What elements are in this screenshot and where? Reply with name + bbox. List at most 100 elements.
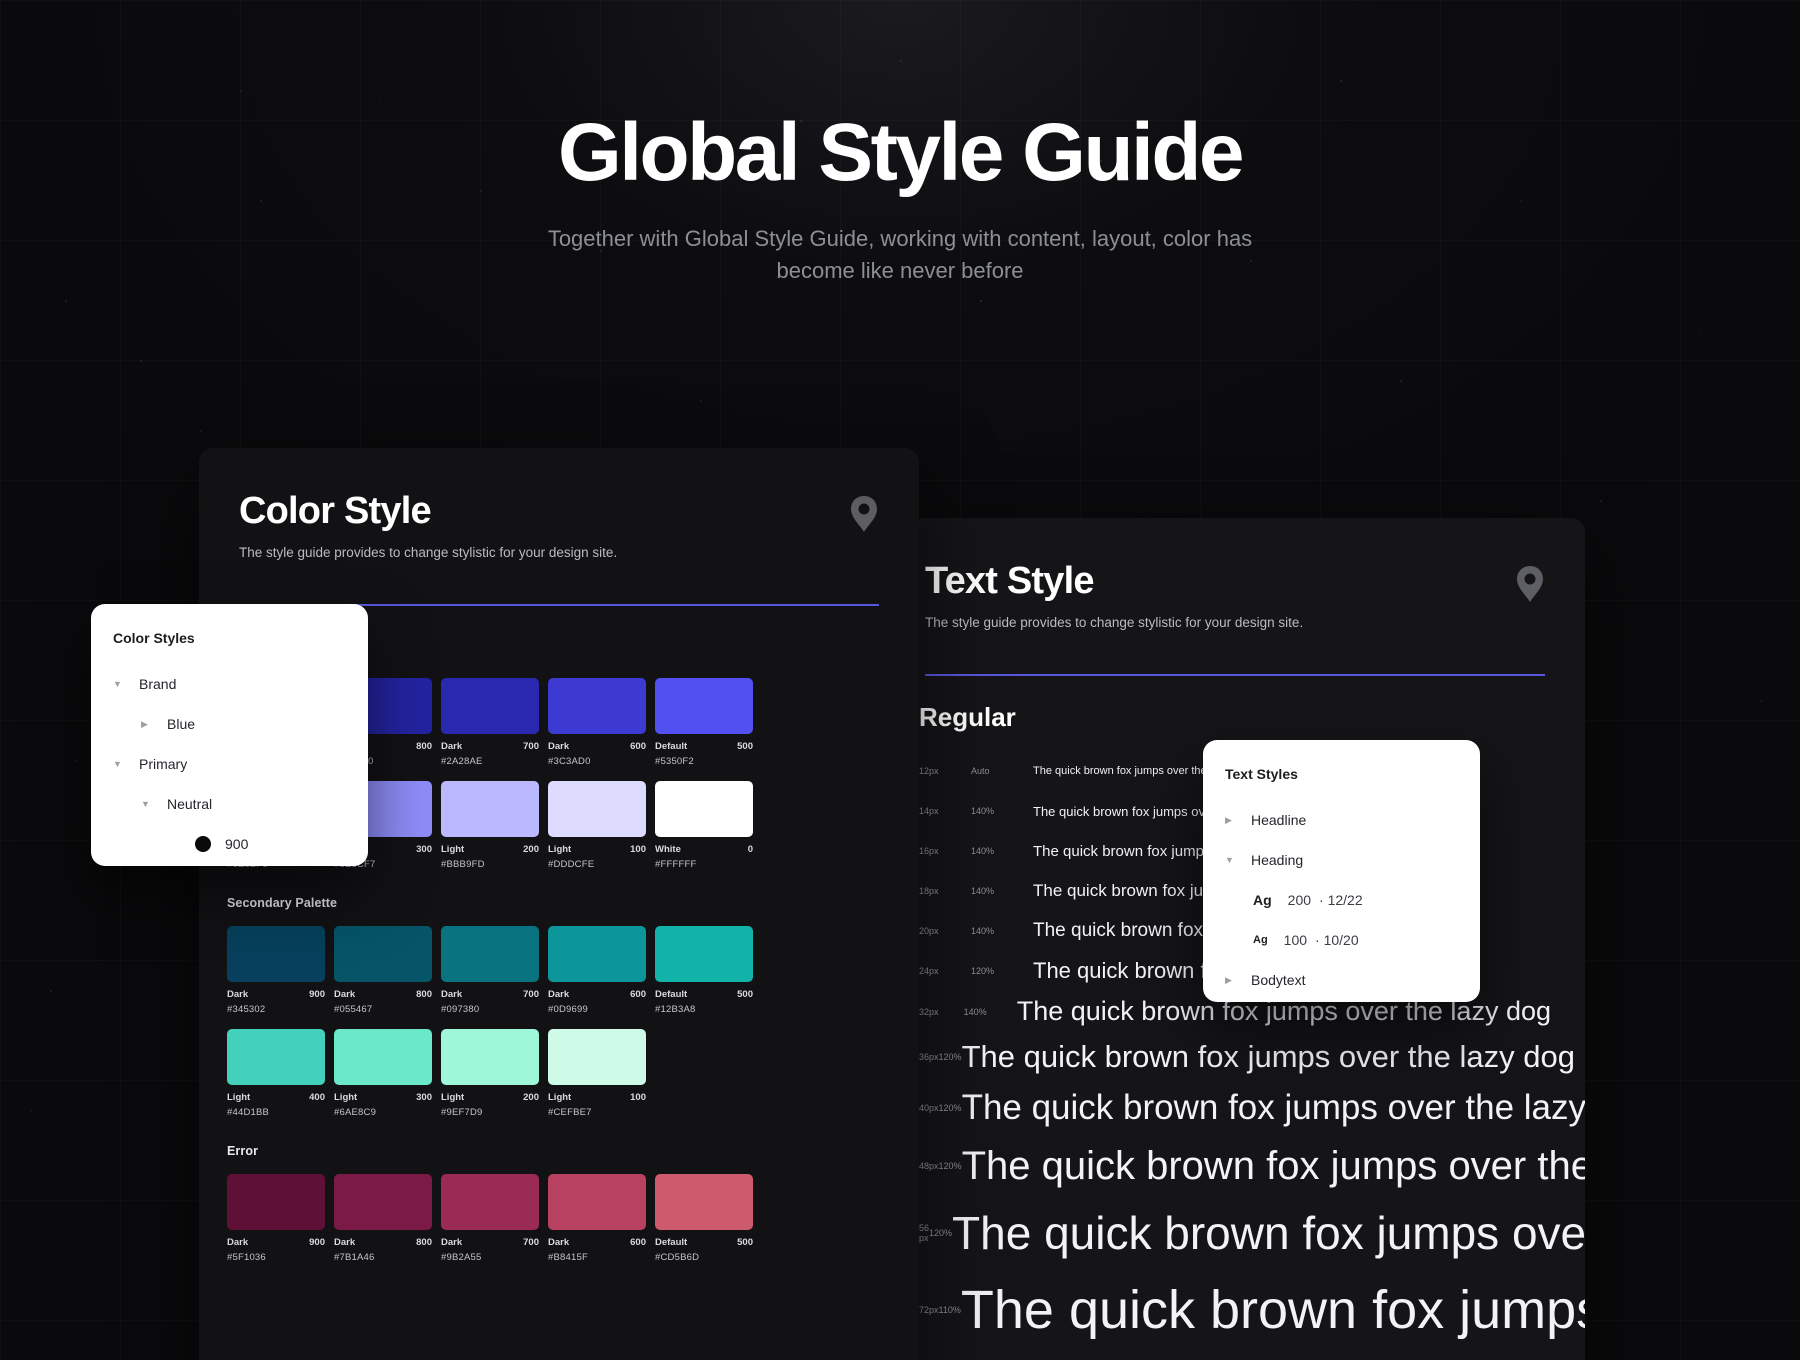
swatch-chip[interactable] — [441, 678, 539, 734]
color-swatch[interactable]: Light300#6AE8C9 — [334, 1029, 432, 1118]
swatch-hex: #5F1036 — [227, 1252, 325, 1263]
swatch-tone: 500 — [737, 741, 753, 752]
swatch-chip[interactable] — [441, 926, 539, 982]
swatch-role: Dark — [548, 741, 569, 752]
color-swatch[interactable]: Dark600#3C3AD0 — [548, 678, 646, 767]
color-swatch[interactable]: Dark800#055467 — [334, 926, 432, 1015]
chevron-down-icon[interactable] — [141, 799, 167, 809]
swatch-chip[interactable] — [548, 1174, 646, 1230]
color-style-card-header: Color Style The style guide provides to … — [199, 448, 919, 606]
swatch-role: Default — [655, 989, 687, 1000]
color-swatch[interactable]: Light100#CEFBE7 — [548, 1029, 646, 1118]
swatch-role: White — [655, 844, 681, 855]
swatch-meta: Default 500 — [655, 1237, 753, 1248]
swatch-chip[interactable] — [548, 926, 646, 982]
color-swatch[interactable]: Dark600#B8415F — [548, 1174, 646, 1263]
text-style-lineheight: 120% — [939, 1103, 962, 1113]
text-style-row[interactable]: 72px110%The quick brown fox jumps over t… — [919, 1268, 1551, 1352]
text-style-variant-item[interactable]: Ag100· 10/20 — [1225, 920, 1480, 960]
text-style-variant-item[interactable]: Ag200· 12/22 — [1225, 880, 1480, 920]
color-swatch[interactable]: Light200#BBB9FD — [441, 781, 539, 870]
color-swatch[interactable]: Default500#5350F2 — [655, 678, 753, 767]
swatch-chip[interactable] — [655, 678, 753, 734]
text-style-row[interactable]: 48px120%The quick brown fox jumps over t… — [919, 1135, 1551, 1197]
page-subtitle: Together with Global Style Guide, workin… — [520, 223, 1280, 287]
chevron-down-icon[interactable] — [113, 759, 139, 769]
swatch-chip[interactable] — [441, 1029, 539, 1085]
color-swatch[interactable]: Dark700#9B2A55 — [441, 1174, 539, 1263]
color-swatch[interactable]: Default500#CD5B6D — [655, 1174, 753, 1263]
swatch-chip[interactable] — [334, 926, 432, 982]
text-style-tree-item[interactable]: Heading — [1225, 840, 1480, 880]
swatch-chip[interactable] — [548, 678, 646, 734]
color-swatch[interactable]: Light100#DDDCFE — [548, 781, 646, 870]
color-style-tree-item[interactable]: Primary — [113, 744, 368, 784]
swatch-chip[interactable] — [227, 1029, 325, 1085]
text-styles-panel[interactable]: Text Styles HeadlineHeadingAg200· 12/22A… — [1203, 740, 1480, 1002]
color-style-tree-item[interactable]: Brand — [113, 664, 368, 704]
swatch-tone: 700 — [523, 989, 539, 1000]
swatch-tone: 900 — [309, 989, 325, 1000]
color-swatch[interactable]: Light400#44D1BB — [227, 1029, 325, 1118]
swatch-tone: 300 — [416, 1092, 432, 1103]
color-swatch[interactable]: Dark700#097380 — [441, 926, 539, 1015]
color-style-tree-item[interactable]: 900 — [113, 824, 368, 864]
color-swatch[interactable]: Dark700#2A28AE — [441, 678, 539, 767]
color-styles-panel-title: Color Styles — [91, 604, 368, 646]
swatch-role: Dark — [227, 989, 248, 1000]
ag-metrics: · 12/22 — [1319, 892, 1363, 908]
swatch-chip[interactable] — [655, 926, 753, 982]
color-swatch[interactable]: Light200#9EF7D9 — [441, 1029, 539, 1118]
text-style-tree-item[interactable]: Headline — [1225, 800, 1480, 840]
color-swatch[interactable]: Dark800#7B1A46 — [334, 1174, 432, 1263]
color-style-tree-item[interactable]: Blue — [113, 704, 368, 744]
color-swatch[interactable]: Dark900#5F1036 — [227, 1174, 325, 1263]
ag-preview: Ag — [1253, 892, 1272, 908]
swatch-chip[interactable] — [441, 1174, 539, 1230]
swatch-chip[interactable] — [334, 1174, 432, 1230]
swatch-chip[interactable] — [655, 1174, 753, 1230]
swatch-chip[interactable] — [655, 781, 753, 837]
swatch-hex: #9B2A55 — [441, 1252, 539, 1263]
color-swatch[interactable]: Default500#12B3A8 — [655, 926, 753, 1015]
color-style-tree-item[interactable]: Neutral — [113, 784, 368, 824]
swatch-chip[interactable] — [334, 1029, 432, 1085]
swatch-tone: 500 — [737, 1237, 753, 1248]
text-style-row[interactable]: 40px120%The quick brown fox jumps over t… — [919, 1081, 1551, 1135]
swatch-chip[interactable] — [441, 781, 539, 837]
color-swatch[interactable]: Dark600#0D9699 — [548, 926, 646, 1015]
chevron-right-icon[interactable] — [1225, 975, 1251, 986]
tree-item-label: Primary — [139, 756, 187, 772]
chevron-down-icon[interactable] — [1225, 855, 1251, 865]
text-style-card-subtitle: The style guide provides to change styli… — [925, 615, 1545, 630]
chevron-right-icon[interactable] — [141, 719, 167, 730]
chevron-down-icon[interactable] — [113, 679, 139, 689]
text-style-lineheight: 110% — [939, 1305, 961, 1315]
swatch-chip[interactable] — [227, 926, 325, 982]
swatch-tone: 600 — [630, 741, 646, 752]
swatch-tone: 400 — [309, 1092, 325, 1103]
text-style-row[interactable]: 56 px120%The quick brown fox jumps over … — [919, 1197, 1551, 1268]
color-style-card-subtitle: The style guide provides to change styli… — [239, 545, 879, 560]
swatch-chip[interactable] — [227, 1174, 325, 1230]
swatch-chip[interactable] — [548, 781, 646, 837]
chevron-right-icon[interactable] — [1225, 815, 1251, 826]
text-style-tree-item[interactable]: Bodytext — [1225, 960, 1480, 1000]
swatch-chip[interactable] — [548, 1029, 646, 1085]
swatch-role: Light — [548, 1092, 571, 1103]
text-style-row[interactable]: 36px120%The quick brown fox jumps over t… — [919, 1033, 1551, 1081]
color-styles-tree: BrandBlue Primary Neutral900 — [91, 646, 368, 864]
color-styles-panel[interactable]: Color Styles BrandBlue Primary Neutral900 — [91, 604, 368, 866]
swatch-hex: #BBB9FD — [441, 859, 539, 870]
swatch-role: Light — [441, 844, 464, 855]
color-swatch[interactable]: White0#FFFFFF — [655, 781, 753, 870]
swatch-meta: Dark800 — [334, 989, 432, 1000]
swatch-tone: 800 — [416, 1237, 432, 1248]
color-style-card[interactable]: Color Style The style guide provides to … — [199, 448, 919, 1360]
swatch-role: Default — [655, 1237, 687, 1248]
text-style-sample: The quick brown fox jumps over the lazy … — [962, 1144, 1585, 1189]
text-style-lineheight: Auto — [971, 766, 1033, 776]
tree-item-label: Bodytext — [1251, 972, 1305, 988]
swatch-tone: 700 — [523, 741, 539, 752]
color-swatch[interactable]: Dark900#345302 — [227, 926, 325, 1015]
